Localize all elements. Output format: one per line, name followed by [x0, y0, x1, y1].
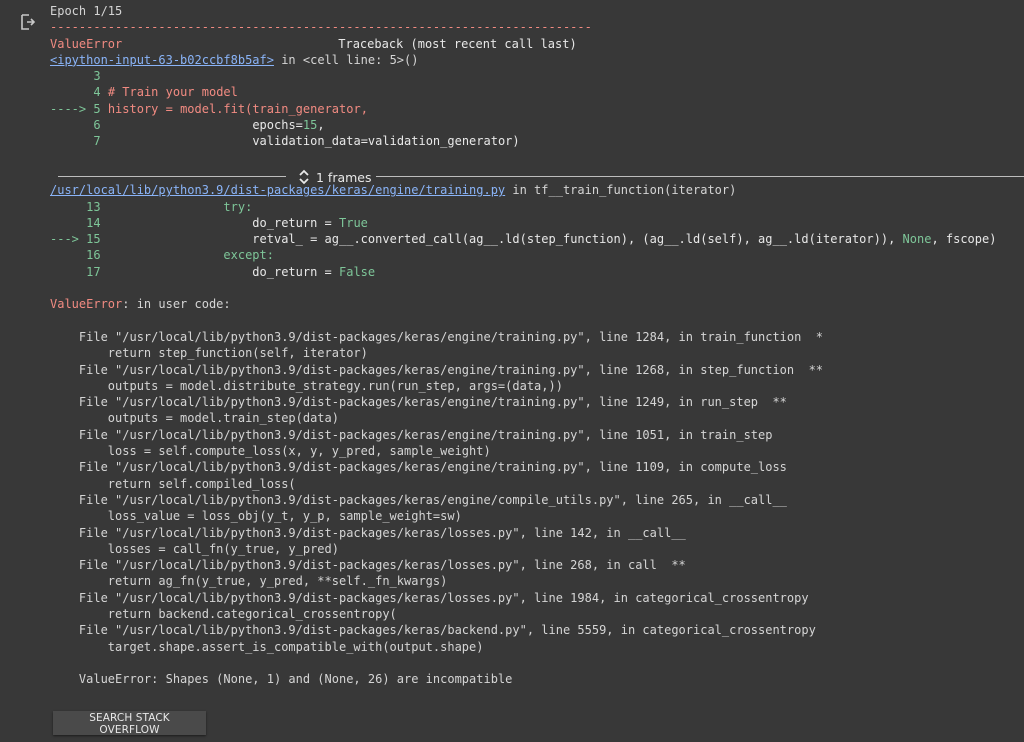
trace-line: File "/usr/local/lib/python3.9/dist-pack… — [50, 362, 824, 377]
line-arrow: ---> — [50, 232, 87, 247]
trace-line: loss_value = loss_obj(y_t, y_p, sample_w… — [50, 509, 462, 524]
cell-link[interactable]: <ipython-input-63-b02ccbf8b5af> — [50, 53, 274, 67]
frames-divider: 1 frames — [58, 168, 1024, 186]
trace-line: File "/usr/local/lib/python3.9/dist-pack… — [50, 427, 773, 442]
code-line: 6 epochs=15, — [50, 117, 1024, 133]
code-line: 7 validation_data=validation_generator) — [50, 133, 1024, 149]
line-code: do_return = True — [107, 215, 368, 230]
traceback-header: ValueError Traceback (most recent call la… — [50, 36, 1024, 52]
code-block-cell: 3 4 # Train your model ----> 5 history = … — [50, 68, 1024, 149]
line-arrow — [50, 265, 86, 279]
separator-line: ----------------------------------------… — [50, 20, 592, 35]
trace-line: File "/usr/local/lib/python3.9/dist-pack… — [50, 492, 787, 507]
trace-line: return step_function(self, iterator) — [50, 346, 368, 361]
line-arrow — [50, 134, 93, 148]
line-arrow — [50, 69, 93, 83]
trace-list: File "/usr/local/lib/python3.9/dist-pack… — [50, 329, 1024, 688]
expand-frames-button[interactable]: 1 frames — [298, 168, 372, 186]
trace-line: losses = call_fn(y_true, y_pred) — [50, 541, 339, 556]
search-stack-overflow-button[interactable]: SEARCH STACK OVERFLOW — [53, 711, 206, 736]
output-redirect-icon[interactable] — [19, 13, 37, 31]
divider-right — [376, 176, 1024, 177]
line-code: try: — [107, 199, 253, 214]
cell-output: Epoch 1/15 -----------------------------… — [50, 3, 1024, 687]
line-code: validation_data=validation_generator) — [107, 134, 520, 149]
error-message: ValueError: in user code: — [50, 297, 231, 312]
trace-line — [50, 655, 1024, 671]
code-line: 14 do_return = True — [50, 215, 1024, 231]
line-number: 6 — [93, 118, 101, 133]
trace-line: return backend.categorical_crossentropy( — [50, 606, 397, 621]
trace-line: File "/usr/local/lib/python3.9/dist-pack… — [50, 623, 816, 638]
line-number: 13 — [86, 199, 101, 214]
code-line: 3 — [50, 68, 1024, 84]
code-block-training: 13 try: 14 do_return = True ---> 15 retva… — [50, 199, 1024, 280]
line-arrow — [50, 200, 86, 214]
line-number: 15 — [86, 232, 101, 247]
line-arrow — [50, 118, 93, 132]
trace-line: File "/usr/local/lib/python3.9/dist-pack… — [50, 460, 787, 475]
code-line: ----> 5 history = model.fit(train_genera… — [50, 101, 1024, 117]
code-line: 17 do_return = False — [50, 264, 1024, 280]
trace-line: outputs = model.distribute_strategy.run(… — [50, 378, 563, 393]
line-code: epochs=15, — [107, 118, 325, 133]
line-number: 17 — [86, 264, 101, 279]
code-line: 4 # Train your model — [50, 84, 1024, 100]
error-name: ValueError — [50, 36, 123, 51]
cell-location: <ipython-input-63-b02ccbf8b5af> in <cell… — [50, 52, 419, 67]
line-code: history = model.fit(train_generator, — [107, 101, 368, 116]
line-number: 4 — [93, 85, 101, 100]
line-arrow — [50, 216, 86, 230]
frames-label: 1 frames — [316, 169, 372, 185]
trace-line: File "/usr/local/lib/python3.9/dist-pack… — [50, 329, 824, 344]
trace-line: File "/usr/local/lib/python3.9/dist-pack… — [50, 558, 686, 573]
line-number: 3 — [93, 69, 101, 84]
line-number: 14 — [86, 215, 101, 230]
line-code: # Train your model — [107, 85, 238, 100]
traceback-label: Traceback (most recent call last) — [338, 36, 577, 51]
line-code: retval_ = ag__.converted_call(ag__.ld(st… — [107, 232, 997, 247]
trace-line: File "/usr/local/lib/python3.9/dist-pack… — [50, 395, 787, 410]
trace-line: target.shape.assert_is_compatible_with(o… — [50, 639, 484, 654]
line-arrow: ----> — [50, 101, 94, 116]
line-arrow — [50, 85, 93, 99]
trace-line: return self.compiled_loss( — [50, 476, 296, 491]
trace-line: File "/usr/local/lib/python3.9/dist-pack… — [50, 590, 809, 605]
line-code: except: — [107, 248, 274, 263]
code-line: 16 except: — [50, 247, 1024, 263]
trace-line: ValueError: Shapes (None, 1) and (None, … — [50, 672, 513, 687]
trace-line: loss = self.compute_loss(x, y, y_pred, s… — [50, 444, 491, 459]
line-number: 16 — [86, 248, 101, 263]
code-line: ---> 15 retval_ = ag__.converted_call(ag… — [50, 231, 1024, 247]
divider-left — [58, 176, 286, 177]
line-arrow — [50, 248, 86, 262]
epoch-text: Epoch 1/15 — [50, 4, 123, 18]
trace-line: return ag_fn(y_true, y_pred, **self._fn_… — [50, 574, 448, 589]
trace-line: outputs = model.train_step(data) — [50, 411, 339, 426]
unfold-arrows-icon — [299, 169, 309, 185]
line-number: 7 — [93, 134, 101, 149]
trace-line: File "/usr/local/lib/python3.9/dist-pack… — [50, 525, 686, 540]
line-number: 5 — [93, 101, 101, 116]
code-line: 13 try: — [50, 199, 1024, 215]
line-code: do_return = False — [107, 264, 376, 279]
